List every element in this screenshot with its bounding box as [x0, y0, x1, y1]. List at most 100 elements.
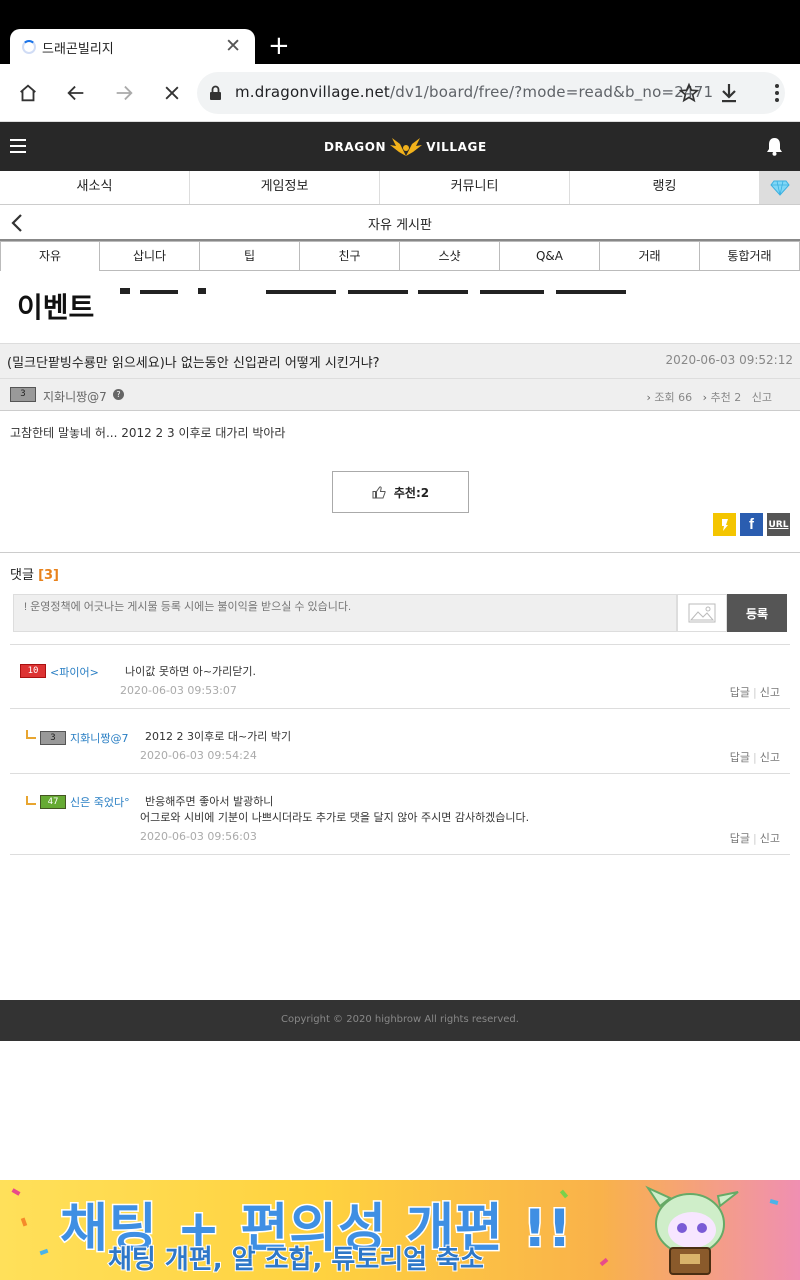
report-button[interactable]: 신고: [760, 686, 780, 699]
comment-text-line-2: 어그로와 시비에 기분이 나쁘시더라도 추가로 댓을 달지 않아 주시면 감사하…: [140, 811, 530, 824]
tab-integrated-trade[interactable]: 통합거래: [700, 241, 800, 271]
reply-indent-icon: [26, 730, 36, 739]
reply-button[interactable]: 답글: [730, 686, 750, 699]
submit-comment-button[interactable]: 등록: [727, 594, 787, 632]
loading-spinner-icon: [22, 40, 36, 54]
url-copy-icon[interactable]: URL: [767, 513, 790, 536]
site-logo[interactable]: DRAGON VILLAGE: [324, 134, 487, 160]
comments-title-text: 댓글: [10, 568, 34, 583]
comment-input-box[interactable]: [13, 594, 677, 632]
logo-text-right: VILLAGE: [426, 140, 487, 154]
more-menu-icon[interactable]: [765, 81, 789, 105]
view-count: 조회 66: [654, 391, 693, 404]
board-title-bar: 자유 게시판: [0, 205, 800, 241]
comment-time: 2020-06-03 09:54:24: [140, 749, 257, 762]
post-date: 2020-06-03 09:52:12: [665, 353, 793, 367]
recommend-count: 추천 2: [710, 391, 742, 404]
main-nav: 새소식 게임정보 커뮤니티 랭킹: [0, 171, 800, 205]
tab-free[interactable]: 자유: [0, 241, 100, 271]
comments-title: 댓글 [3]: [10, 564, 59, 583]
facebook-icon[interactable]: f: [740, 513, 763, 536]
comments-count: [3]: [38, 568, 59, 583]
level-badge: 10: [20, 664, 46, 678]
share-buttons: f URL: [713, 513, 790, 536]
report-button[interactable]: 신고: [760, 751, 780, 764]
event-ticker[interactable]: 이벤트: [0, 271, 800, 343]
post-header: (밀크단팥빙수룡만 읽으세요)나 없는동안 신입관리 어떻게 시킨거냐? 202…: [0, 343, 800, 378]
reply-button[interactable]: 답글: [730, 751, 750, 764]
comment-text: 2012 2 3이후로 대~가리 박기: [145, 730, 292, 743]
nav-news[interactable]: 새소식: [0, 171, 190, 204]
attach-image-button[interactable]: [677, 594, 727, 632]
comment-actions: 답글 | 신고: [729, 751, 780, 764]
comment-actions: 답글 | 신고: [729, 686, 780, 699]
comment-item: 3 지화니짱@7 2012 2 3이후로 대~가리 박기 2020-06-03 …: [10, 709, 790, 774]
event-marquee-text: [118, 285, 638, 295]
promo-banner[interactable]: 채팅 + 편의성 개편 !! 채팅 개편, 알 조합, 튜토리얼 축소: [0, 1180, 800, 1280]
comment-text: 나이값 못하면 아~가리닫기.: [125, 665, 257, 678]
close-tab-icon[interactable]: ✕: [225, 35, 241, 57]
new-tab-icon[interactable]: +: [268, 31, 290, 61]
banner-subline: 채팅 개편, 알 조합, 튜토리얼 축소: [107, 1244, 485, 1276]
tab-friends[interactable]: 친구: [300, 241, 400, 271]
url-text[interactable]: m.dragonvillage.net/dv1/board/free/?mode…: [235, 83, 713, 101]
divider: [0, 552, 800, 553]
bookmark-star-icon[interactable]: [677, 81, 701, 105]
post-author[interactable]: 지화니짱@7: [43, 388, 107, 405]
post-meta: 3 지화니짱@7 ? › 조회 66 › 추천 2 신고: [0, 378, 800, 411]
browser-toolbar: m.dragonvillage.net/dv1/board/free/?mode…: [0, 64, 800, 122]
comment-item: 47 신은 죽었다° 반응해주면 좋아서 발광하니 어그로와 시비에 기분이 나…: [10, 774, 790, 855]
comment-author[interactable]: 지화니짱@7: [70, 730, 128, 746]
url-path: /dv1/board/free/?mode=read&b_no=2471: [389, 83, 714, 101]
hamburger-menu-icon[interactable]: [10, 138, 26, 157]
home-icon[interactable]: [16, 81, 40, 105]
reply-button[interactable]: 답글: [730, 832, 750, 845]
kakaostory-icon[interactable]: [713, 513, 736, 536]
browser-tab[interactable]: 드래곤빌리지 ✕: [10, 29, 255, 65]
level-badge: 47: [40, 795, 66, 809]
site-header: DRAGON VILLAGE: [0, 122, 800, 171]
image-icon: [688, 603, 716, 623]
back-arrow-icon[interactable]: [64, 81, 88, 105]
event-label: 이벤트: [17, 291, 95, 324]
tab-buy[interactable]: 삽니다: [100, 241, 200, 271]
dragon-wings-icon: [390, 138, 423, 156]
comment-author[interactable]: 신은 죽었다°: [70, 794, 130, 810]
tab-title: 드래곤빌리지: [42, 42, 114, 57]
stop-loading-icon[interactable]: [160, 81, 184, 105]
thumbs-up-icon: [372, 485, 386, 498]
tab-tips[interactable]: 팁: [200, 241, 300, 271]
recommend-label: 추천:2: [393, 485, 430, 500]
level-badge: 3: [40, 731, 66, 745]
tab-qna[interactable]: Q&A: [500, 241, 600, 271]
comment-actions: 답글 | 신고: [729, 832, 780, 845]
nav-ranking[interactable]: 랭킹: [570, 171, 760, 204]
forward-arrow-icon[interactable]: [112, 81, 136, 105]
recommend-button[interactable]: 추천:2: [332, 471, 469, 513]
help-icon[interactable]: ?: [113, 389, 124, 400]
post-stats: › 조회 66 › 추천 2 신고: [646, 391, 772, 404]
comment-author[interactable]: <파이어>: [50, 664, 99, 680]
board-category-tabs: 자유 삽니다 팁 친구 스샷 Q&A 거래 통합거래: [0, 241, 800, 271]
mascot-character-icon: [645, 1185, 739, 1275]
post-subject: (밀크단팥빙수룡만 읽으세요)나 없는동안 신입관리 어떻게 시킨거냐?: [7, 356, 380, 371]
comment-time: 2020-06-03 09:56:03: [140, 830, 257, 843]
nav-community[interactable]: 커뮤니티: [380, 171, 570, 204]
nav-game-info[interactable]: 게임정보: [190, 171, 380, 204]
reply-indent-icon: [26, 796, 36, 805]
tab-screenshots[interactable]: 스샷: [400, 241, 500, 271]
notification-bell-icon[interactable]: [766, 137, 783, 160]
report-link[interactable]: 신고: [752, 391, 772, 404]
url-host: m.dragonvillage.net: [235, 83, 390, 101]
tab-trade[interactable]: 거래: [600, 241, 700, 271]
post-body: 고참한테 말놓네 허... 2012 2 3 이후로 대가리 박아라: [10, 426, 286, 440]
logo-text-left: DRAGON: [324, 140, 387, 154]
report-button[interactable]: 신고: [760, 832, 780, 845]
comment-text-line-1: 반응해주면 좋아서 발광하니: [145, 795, 274, 808]
comment-input[interactable]: [14, 595, 676, 631]
lock-icon[interactable]: [209, 85, 222, 105]
browser-tab-strip: 드래곤빌리지 ✕ +: [0, 0, 800, 65]
download-icon[interactable]: [717, 81, 741, 105]
site-footer: Copyright © 2020 highbrow All rights res…: [0, 1000, 800, 1041]
gem-icon[interactable]: [760, 171, 800, 204]
